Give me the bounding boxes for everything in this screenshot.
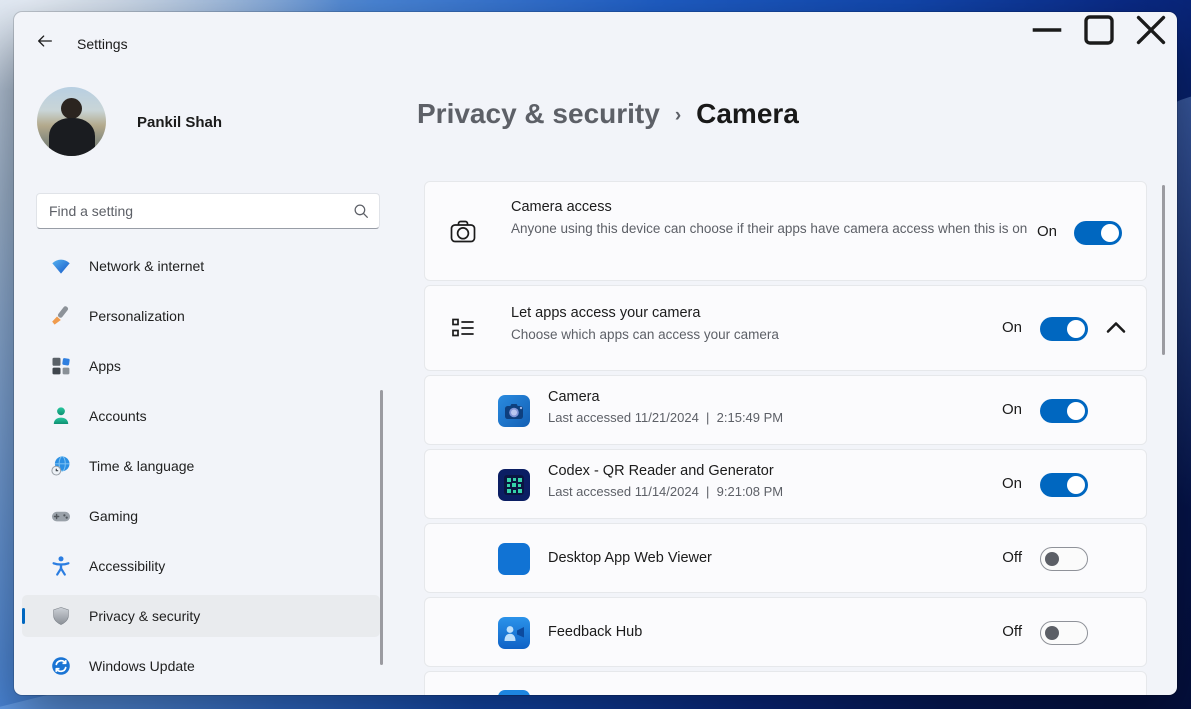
- chevron-up-icon: [1100, 312, 1132, 347]
- search-icon: [352, 202, 370, 220]
- sidebar-item-privacy-security[interactable]: Privacy & security: [22, 595, 380, 637]
- sidebar-item-icon: [50, 255, 72, 277]
- app-toggle[interactable]: [1040, 473, 1088, 497]
- app-name: Camera: [548, 389, 783, 405]
- minimize-icon: [1021, 12, 1073, 59]
- sidebar-item-label: Accounts: [89, 408, 147, 424]
- sidebar-item-icon: [50, 355, 72, 377]
- camera-access-description: Anyone using this device can choose if t…: [511, 219, 1039, 238]
- breadcrumb: Privacy & security › Camera: [417, 98, 799, 130]
- let-apps-description: Choose which apps can access your camera: [511, 325, 1051, 344]
- camera-access-card: Camera access Anyone using this device c…: [424, 181, 1147, 281]
- sidebar-item-label: Accessibility: [89, 558, 165, 574]
- back-arrow-icon: [36, 32, 54, 50]
- sidebar-item-personalization[interactable]: Personalization: [22, 295, 380, 337]
- app-toggle[interactable]: [1040, 621, 1088, 645]
- settings-window: Settings Pankil Shah Network & internet …: [14, 12, 1177, 695]
- app-icon: [498, 469, 530, 501]
- sidebar-item-label: Time & language: [89, 458, 194, 474]
- app-name: Feedback Hub: [548, 624, 642, 640]
- sidebar-item-icon: [50, 305, 72, 327]
- sidebar-item-icon: [50, 455, 72, 477]
- maximize-icon: [1073, 12, 1125, 59]
- let-apps-state-label: On: [1002, 319, 1022, 336]
- app-row: Feedback Hub Off: [424, 597, 1147, 667]
- user-profile[interactable]: Pankil Shah: [37, 87, 367, 157]
- camera-access-toggle[interactable]: [1074, 221, 1122, 245]
- search-input[interactable]: [36, 193, 380, 229]
- avatar: [37, 87, 106, 156]
- app-last-accessed: Last accessed 11/14/2024 | 9:21:08 PM: [548, 484, 783, 499]
- sidebar-nav: Network & internet Personalization Apps …: [22, 245, 380, 695]
- app-row-partial: [424, 671, 1147, 695]
- sidebar-scrollbar[interactable]: [380, 390, 383, 665]
- search-box: [36, 193, 380, 229]
- sidebar-item-label: Gaming: [89, 508, 138, 524]
- camera-access-state-label: On: [1037, 223, 1057, 240]
- sidebar-item-label: Personalization: [89, 308, 185, 324]
- let-apps-title: Let apps access your camera: [511, 305, 1051, 321]
- camera-access-title: Camera access: [511, 199, 1039, 215]
- content-scrollbar[interactable]: [1162, 185, 1165, 355]
- sidebar-item-label: Privacy & security: [89, 608, 200, 624]
- let-apps-card: Let apps access your camera Choose which…: [424, 285, 1147, 371]
- sidebar-item-icon: [50, 605, 72, 627]
- app-toggle[interactable]: [1040, 399, 1088, 423]
- app-list-icon: [449, 315, 477, 343]
- sidebar-item-label: Network & internet: [89, 258, 204, 274]
- page-title: Camera: [696, 98, 799, 130]
- selected-indicator: [22, 608, 25, 624]
- sidebar-item-icon: [50, 505, 72, 527]
- window-title: Settings: [77, 36, 128, 52]
- app-icon: [498, 543, 530, 575]
- back-button[interactable]: [28, 26, 62, 56]
- app-icon: [498, 617, 530, 649]
- breadcrumb-parent[interactable]: Privacy & security: [417, 98, 660, 130]
- window-controls: [1021, 12, 1177, 50]
- sidebar-item-accounts[interactable]: Accounts: [22, 395, 380, 437]
- sidebar-item-icon: [50, 655, 72, 677]
- maximize-button[interactable]: [1073, 12, 1125, 50]
- sidebar-item-gaming[interactable]: Gaming: [22, 495, 380, 537]
- close-icon: [1125, 12, 1177, 59]
- app-toggle[interactable]: [1040, 547, 1088, 571]
- let-apps-toggle[interactable]: [1040, 317, 1088, 341]
- app-icon: [498, 690, 530, 695]
- app-row: Codex - QR Reader and Generator Last acc…: [424, 449, 1147, 519]
- app-row: Desktop App Web Viewer Off: [424, 523, 1147, 593]
- sidebar-item-label: Windows Update: [89, 658, 195, 674]
- sidebar-item-windows-update[interactable]: Windows Update: [22, 645, 380, 687]
- sidebar-item-label: Apps: [89, 358, 121, 374]
- close-button[interactable]: [1125, 12, 1177, 50]
- toggle-state-label: On: [1002, 475, 1022, 492]
- breadcrumb-separator-icon: ›: [675, 102, 681, 127]
- app-last-accessed: Last accessed 11/21/2024 | 2:15:49 PM: [548, 410, 783, 425]
- camera-outline-icon: [447, 216, 479, 248]
- app-name: Codex - QR Reader and Generator: [548, 463, 783, 479]
- sidebar-item-network-internet[interactable]: Network & internet: [22, 245, 380, 287]
- app-icon: [498, 395, 530, 427]
- toggle-state-label: Off: [1002, 623, 1022, 640]
- toggle-state-label: On: [1002, 401, 1022, 418]
- sidebar-item-time-language[interactable]: Time & language: [22, 445, 380, 487]
- sidebar-item-icon: [50, 405, 72, 427]
- toggle-state-label: Off: [1002, 549, 1022, 566]
- sidebar-item-accessibility[interactable]: Accessibility: [22, 545, 380, 587]
- user-name: Pankil Shah: [137, 114, 222, 131]
- minimize-button[interactable]: [1021, 12, 1073, 50]
- app-name: Desktop App Web Viewer: [548, 550, 712, 566]
- app-row: Camera Last accessed 11/21/2024 | 2:15:4…: [424, 375, 1147, 445]
- sidebar-item-apps[interactable]: Apps: [22, 345, 380, 387]
- sidebar-item-icon: [50, 555, 72, 577]
- collapse-button[interactable]: [1100, 314, 1132, 344]
